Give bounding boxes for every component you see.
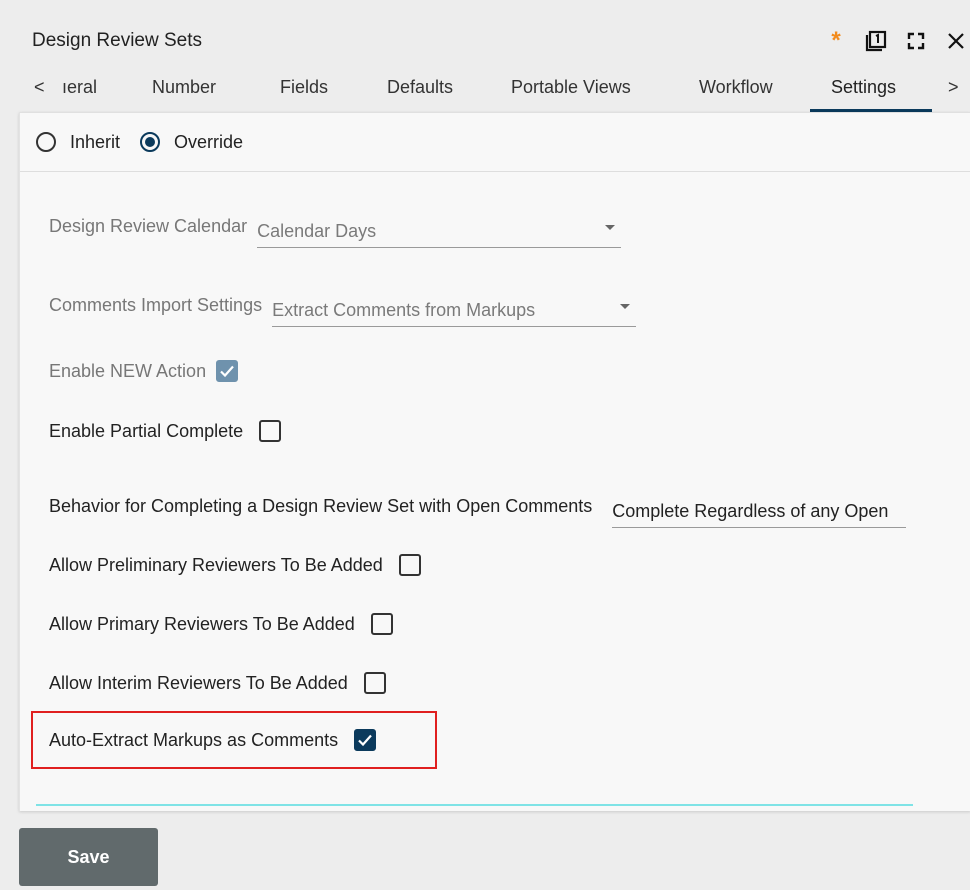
checkmark-icon <box>358 734 372 747</box>
tab-number[interactable]: Number <box>152 72 216 112</box>
inherit-label: Inherit <box>70 131 121 152</box>
chevron-down-icon <box>605 225 616 230</box>
settings-panel: Inherit Override Design Review Calendar … <box>19 112 970 811</box>
enable-new-action-checkbox[interactable] <box>216 360 239 382</box>
inheritance-mode: Inherit Override <box>20 113 970 172</box>
behavior-open-comments-setting: Behavior for Completing a Design Review … <box>49 491 907 528</box>
enable-new-action-setting: Enable NEW Action <box>49 360 239 382</box>
chevron-down-icon <box>620 304 631 309</box>
auto-extract-label: Auto-Extract Markups as Comments <box>49 729 339 750</box>
allow-primary-label: Allow Primary Reviewers To Be Added <box>49 613 355 634</box>
calendar-select[interactable]: Calendar Days <box>257 217 622 248</box>
enable-partial-complete-setting: Enable Partial Complete <box>49 420 282 442</box>
enable-partial-complete-checkbox[interactable] <box>259 420 282 442</box>
auto-extract-setting: Auto-Extract Markups as Comments <box>49 729 377 751</box>
calendar-label: Design Review Calendar <box>49 216 248 236</box>
behavior-open-comments-select[interactable]: Complete Regardless of any Open <box>612 497 907 528</box>
allow-primary-checkbox[interactable] <box>370 613 393 635</box>
tab-settings[interactable]: Settings <box>831 72 896 112</box>
header-actions: * <box>810 26 970 56</box>
tab-general[interactable]: ıeral <box>62 72 97 112</box>
tab-bar: < ıeral Number Fields Defaults Portable … <box>0 72 970 112</box>
override-radio[interactable] <box>140 132 161 152</box>
unsaved-indicator-icon: * <box>831 27 841 54</box>
calendar-value: Calendar Days <box>257 221 377 241</box>
close-icon[interactable] <box>942 27 970 55</box>
allow-preliminary-setting: Allow Preliminary Reviewers To Be Added <box>49 554 421 576</box>
window-title: Design Review Sets <box>32 30 203 51</box>
tab-scroll-right-button[interactable]: > <box>948 72 959 112</box>
allow-interim-setting: Allow Interim Reviewers To Be Added <box>49 672 386 694</box>
behavior-open-comments-value: Complete Regardless of any Open <box>612 501 889 521</box>
enable-new-action-label: Enable NEW Action <box>49 360 207 381</box>
allow-interim-label: Allow Interim Reviewers To Be Added <box>49 672 348 693</box>
tab-fields[interactable]: Fields <box>280 72 328 112</box>
allow-preliminary-label: Allow Preliminary Reviewers To Be Added <box>49 554 383 575</box>
allow-preliminary-checkbox[interactable] <box>398 554 421 576</box>
checkmark-icon <box>220 365 234 378</box>
save-button[interactable]: Save <box>19 828 158 886</box>
comments-import-setting: Comments Import Settings Extract Comment… <box>49 290 637 327</box>
tab-workflow[interactable]: Workflow <box>699 72 773 112</box>
calendar-setting: Design Review Calendar Calendar Days <box>49 211 622 248</box>
tab-defaults[interactable]: Defaults <box>387 72 453 112</box>
window-header: Design Review Sets * <box>0 0 970 72</box>
comments-import-value: Extract Comments from Markups <box>272 300 536 320</box>
allow-interim-checkbox[interactable] <box>363 672 386 694</box>
inherit-radio[interactable] <box>36 132 56 152</box>
popout-window-icon[interactable] <box>862 27 890 55</box>
divider <box>36 804 913 806</box>
allow-primary-setting: Allow Primary Reviewers To Be Added <box>49 613 393 635</box>
behavior-open-comments-label: Behavior for Completing a Design Review … <box>49 496 593 516</box>
auto-extract-checkbox[interactable] <box>354 729 377 751</box>
tab-portable-views[interactable]: Portable Views <box>511 72 631 112</box>
fullscreen-icon[interactable] <box>902 27 930 55</box>
override-label: Override <box>174 131 244 152</box>
comments-import-label: Comments Import Settings <box>49 295 263 315</box>
tab-scroll-left-button[interactable]: < <box>34 72 45 112</box>
comments-import-select[interactable]: Extract Comments from Markups <box>272 296 637 327</box>
enable-partial-complete-label: Enable Partial Complete <box>49 420 244 441</box>
